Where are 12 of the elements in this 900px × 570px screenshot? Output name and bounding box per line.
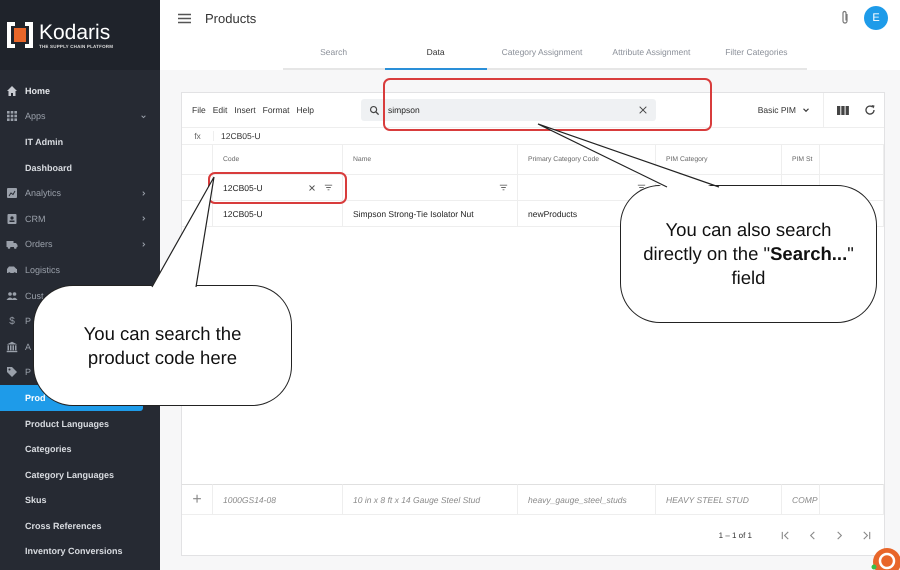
table-cell: HEAVY STEEL STUD [656, 484, 782, 515]
table-cell: heavy_gauge_steel_studs [518, 484, 656, 515]
table-cell: 10 in x 8 ft x 14 Gauge Steel Stud [343, 484, 518, 515]
formula-value: 12CB05-U [220, 131, 261, 141]
table-cell: 1000GS14-08 [213, 484, 343, 515]
page-range: 1 – 1 of 1 [718, 530, 752, 540]
table-cell: COMP [782, 484, 820, 515]
formula-label: fx [182, 131, 214, 141]
page-title: Products [205, 10, 258, 26]
table-cell: Simpson Strong-Tie Isolator Nut [343, 201, 518, 227]
table-cell: 12CB05-U [213, 201, 343, 227]
logo-name: Kodaris [39, 22, 112, 44]
